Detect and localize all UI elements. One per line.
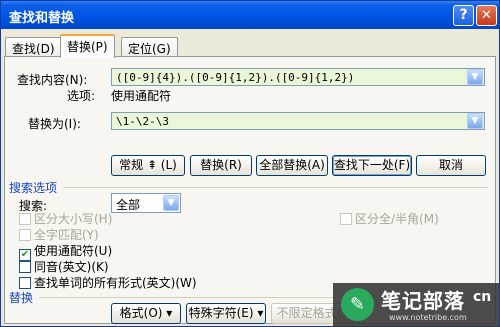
site-watermark: ✎ 笔记部落 cn www.notetribe.com [333, 283, 499, 327]
help-icon[interactable]: ? [453, 5, 474, 26]
watermark-suffix: cn [473, 289, 492, 305]
search-scope-value: 全部 [116, 198, 141, 212]
pen-icon: ✎ [341, 288, 374, 321]
watermark-title: 笔记部落 [381, 289, 465, 313]
checkbox-box [19, 213, 31, 225]
replace-section-header: 替换 [9, 291, 34, 305]
tab-replace[interactable]: 替换(P) [60, 34, 115, 58]
checkbox-label: 使用通配符(U) [34, 244, 113, 258]
section-divider [63, 187, 488, 188]
sounds-like-checkbox[interactable]: 同音(英文)(K) [19, 258, 109, 275]
chevron-down-icon[interactable]: ▼ [467, 113, 483, 129]
title-bar: 查找和替换 [1, 1, 499, 29]
cancel-button[interactable]: 取消 [416, 155, 486, 176]
checkbox-label: 同音(英文)(K) [34, 260, 109, 274]
match-width-checkbox[interactable]: 区分全/半角(M) [340, 210, 439, 227]
options-value: 使用通配符 [111, 89, 172, 103]
find-next-button[interactable]: 查找下一处(F) [332, 155, 412, 176]
checkbox-box [19, 277, 31, 289]
watermark-url: www.notetribe.com [389, 313, 467, 322]
special-button[interactable]: 特殊字符(E) ▾ [186, 303, 266, 324]
match-case-checkbox[interactable]: 区分大小写(H) [19, 210, 112, 227]
tab-goto[interactable]: 定位(G) [121, 37, 178, 57]
chevron-down-icon[interactable]: ▼ [467, 69, 483, 85]
replace-button[interactable]: 替换(R) [190, 155, 252, 176]
checkbox-label: 区分全/半角(M) [355, 212, 439, 226]
find-input[interactable]: ([0-9]{4}).([0-9]{1,2}).([0-9]{1,2}) [111, 68, 485, 86]
checkbox-label: 全字匹配(Y) [34, 228, 99, 242]
format-button[interactable]: 格式(O) ▾ [111, 303, 181, 324]
find-label: 查找内容(N): [17, 73, 88, 87]
chevron-down-icon[interactable]: ▼ [163, 195, 179, 211]
checkbox-label: 区分大小写(H) [34, 212, 113, 226]
window-title: 查找和替换 [9, 11, 75, 26]
less-button[interactable]: 常规 ⇞ (L) [111, 155, 185, 176]
checkbox-box [19, 261, 31, 273]
options-label: 选项: [67, 89, 96, 103]
checkbox-label: 查找单词的所有形式(英文)(W) [34, 276, 197, 290]
find-replace-dialog: 查找和替换 ? ✕ 查找(D) 替换(P) 定位(G) 查找内容(N): ([0… [0, 0, 500, 327]
checkbox-box [19, 229, 31, 241]
search-options-header: 搜索选项 [9, 181, 58, 195]
tab-find[interactable]: 查找(D) [5, 37, 62, 57]
replace-input[interactable]: \1-\2-\3 [111, 112, 485, 130]
checkbox-box [340, 213, 352, 225]
all-word-forms-checkbox[interactable]: 查找单词的所有形式(英文)(W) [19, 274, 197, 291]
whole-word-checkbox[interactable]: 全字匹配(Y) [19, 226, 99, 243]
close-icon[interactable]: ✕ [476, 5, 497, 26]
replace-all-button[interactable]: 全部替换(A) [256, 155, 328, 176]
replace-label: 替换为(I): [28, 117, 81, 131]
